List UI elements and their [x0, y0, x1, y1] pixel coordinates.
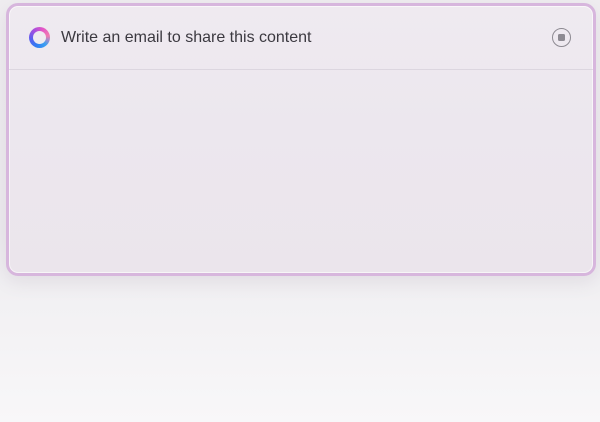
prompt-row: Write an email to share this content [9, 6, 593, 70]
copilot-prompt-panel: Write an email to share this content [6, 3, 596, 276]
screen: Write an email to share this content [0, 0, 600, 422]
stop-generating-button[interactable] [552, 28, 571, 47]
copilot-icon [29, 27, 50, 48]
prompt-text: Write an email to share this content [61, 28, 312, 46]
stop-icon [558, 34, 565, 41]
response-area [9, 71, 593, 273]
